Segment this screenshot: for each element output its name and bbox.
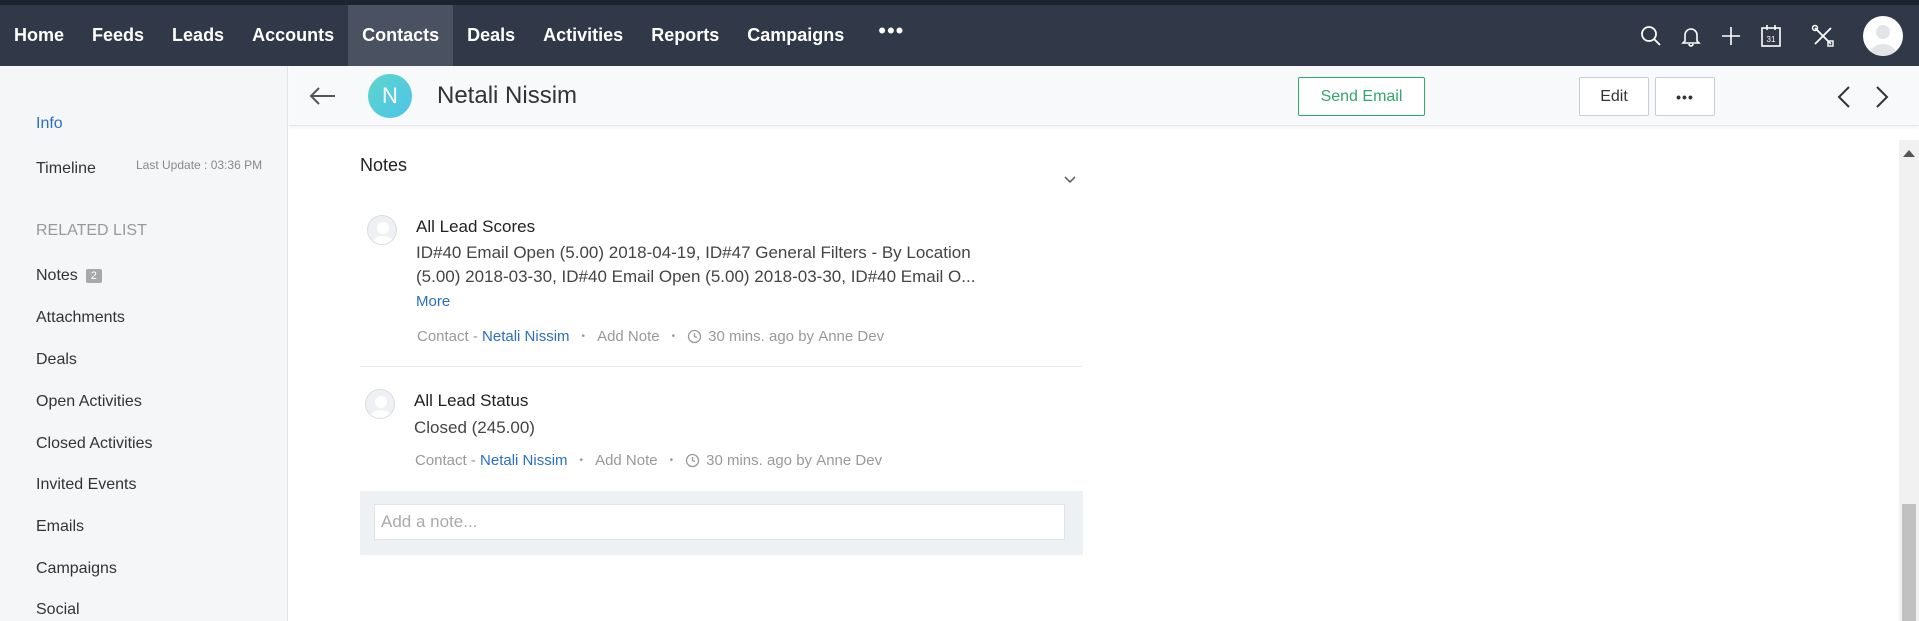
add-note-link[interactable]: Add Note [595,452,658,469]
chevron-down-icon[interactable] [1061,171,1079,189]
sidebar-item-label: Notes [36,267,78,284]
meta-separator: • [579,455,584,466]
note-author: Anne Dev [816,452,883,469]
record-header: N Netali Nissim Send Email Edit ••• [289,66,1919,126]
nav-activities[interactable]: Activities [529,5,637,66]
nav-campaigns[interactable]: Campaigns [733,5,858,66]
calendar-icon[interactable]: 31 [1751,16,1791,56]
note-contact-link[interactable]: Netali Nissim [482,328,570,345]
nav-feeds[interactable]: Feeds [78,5,158,66]
notes-section-title: Notes [360,155,408,175]
page-scrollbar[interactable] [1899,140,1919,621]
send-email-button[interactable]: Send Email [1298,77,1425,116]
add-note-panel [360,491,1083,555]
bell-icon[interactable] [1671,16,1711,56]
sidebar-item-open-activities[interactable]: Open Activities [36,393,142,411]
meta-separator: • [671,331,676,342]
note-meta: Contact - Netali Nissim • Add Note • 30 … [417,328,884,345]
notes-count-badge: 2 [85,268,102,283]
note-time: 30 mins. ago [708,328,795,345]
sidebar-item-social[interactable]: Social [36,601,80,619]
note-body: Closed (245.00) [414,418,535,437]
contact-name: Netali Nissim [437,82,578,109]
previous-record-icon[interactable] [1830,82,1860,112]
notes-section: Notes All Lead Scores ID#40 Email Open (… [289,127,1899,621]
scrollbar-thumb[interactable] [1902,504,1916,621]
note-module: Contact - [415,452,476,469]
sidebar-item-closed-activities[interactable]: Closed Activities [36,435,153,453]
edit-button[interactable]: Edit [1579,77,1649,116]
note-author: Anne Dev [818,328,885,345]
nav-accounts[interactable]: Accounts [238,5,348,66]
last-update-label: Last Update : 03:36 PM [136,158,263,172]
meta-separator: • [581,331,586,342]
note-title: All Lead Scores [416,217,536,236]
search-icon[interactable] [1631,16,1671,56]
note-divider [360,366,1083,367]
nav-reports[interactable]: Reports [637,5,733,66]
note-body: ID#40 Email Open (5.00) 2018-04-19, ID#4… [416,241,976,314]
note-by: by [798,328,815,345]
note-author-avatar [367,215,397,245]
sidebar-item-campaigns[interactable]: Campaigns [36,560,117,578]
sidebar-item-timeline[interactable]: Timeline [36,160,96,178]
clock-icon [685,453,700,468]
add-note-link[interactable]: Add Note [597,328,660,345]
sidebar-item-info[interactable]: Info [36,115,63,133]
note-meta: Contact - Netali Nissim • Add Note • 30 … [415,452,882,469]
more-actions-button[interactable]: ••• [1655,77,1715,116]
clock-icon [687,329,702,344]
top-navigation-bar: Home Feeds Leads Accounts Contacts Deals… [0,5,1919,66]
next-record-icon[interactable] [1866,82,1896,112]
note-module: Contact - [417,328,478,345]
calendar-day-number: 31 [1767,35,1776,44]
nav-contacts[interactable]: Contacts [348,5,454,66]
sidebar-item-attachments[interactable]: Attachments [36,309,125,327]
note-contact-link[interactable]: Netali Nissim [480,452,568,469]
sidebar-item-notes[interactable]: Notes 2 [36,267,102,285]
contact-avatar: N [368,74,412,118]
sidebar-item-deals[interactable]: Deals [36,351,77,369]
note-time: 30 mins. ago [706,452,793,469]
back-arrow-icon[interactable] [307,80,339,112]
note-by: by [796,452,813,469]
sidebar-item-emails[interactable]: Emails [36,518,84,536]
user-avatar[interactable] [1863,15,1903,56]
nav-utility-icons: 31 [1631,5,1919,66]
setup-tools-icon[interactable] [1803,16,1843,56]
scroll-up-arrow-icon[interactable] [1903,150,1915,157]
nav-deals[interactable]: Deals [453,5,529,66]
nav-more-button[interactable]: ••• [858,18,924,44]
nav-home[interactable]: Home [0,5,78,66]
note-more-link[interactable]: More [416,293,450,310]
sidebar-item-invited-events[interactable]: Invited Events [36,476,137,494]
note-body-text: ID#40 Email Open (5.00) 2018-04-19, ID#4… [416,243,976,286]
meta-separator: • [669,455,674,466]
note-title: All Lead Status [414,391,529,410]
related-list-heading: RELATED LIST [36,222,147,239]
add-note-input[interactable] [374,504,1065,540]
nav-leads[interactable]: Leads [158,5,238,66]
record-sidebar: Info Timeline Last Update : 03:36 PM REL… [0,66,288,621]
note-author-avatar [365,389,395,419]
plus-icon[interactable] [1711,16,1751,56]
